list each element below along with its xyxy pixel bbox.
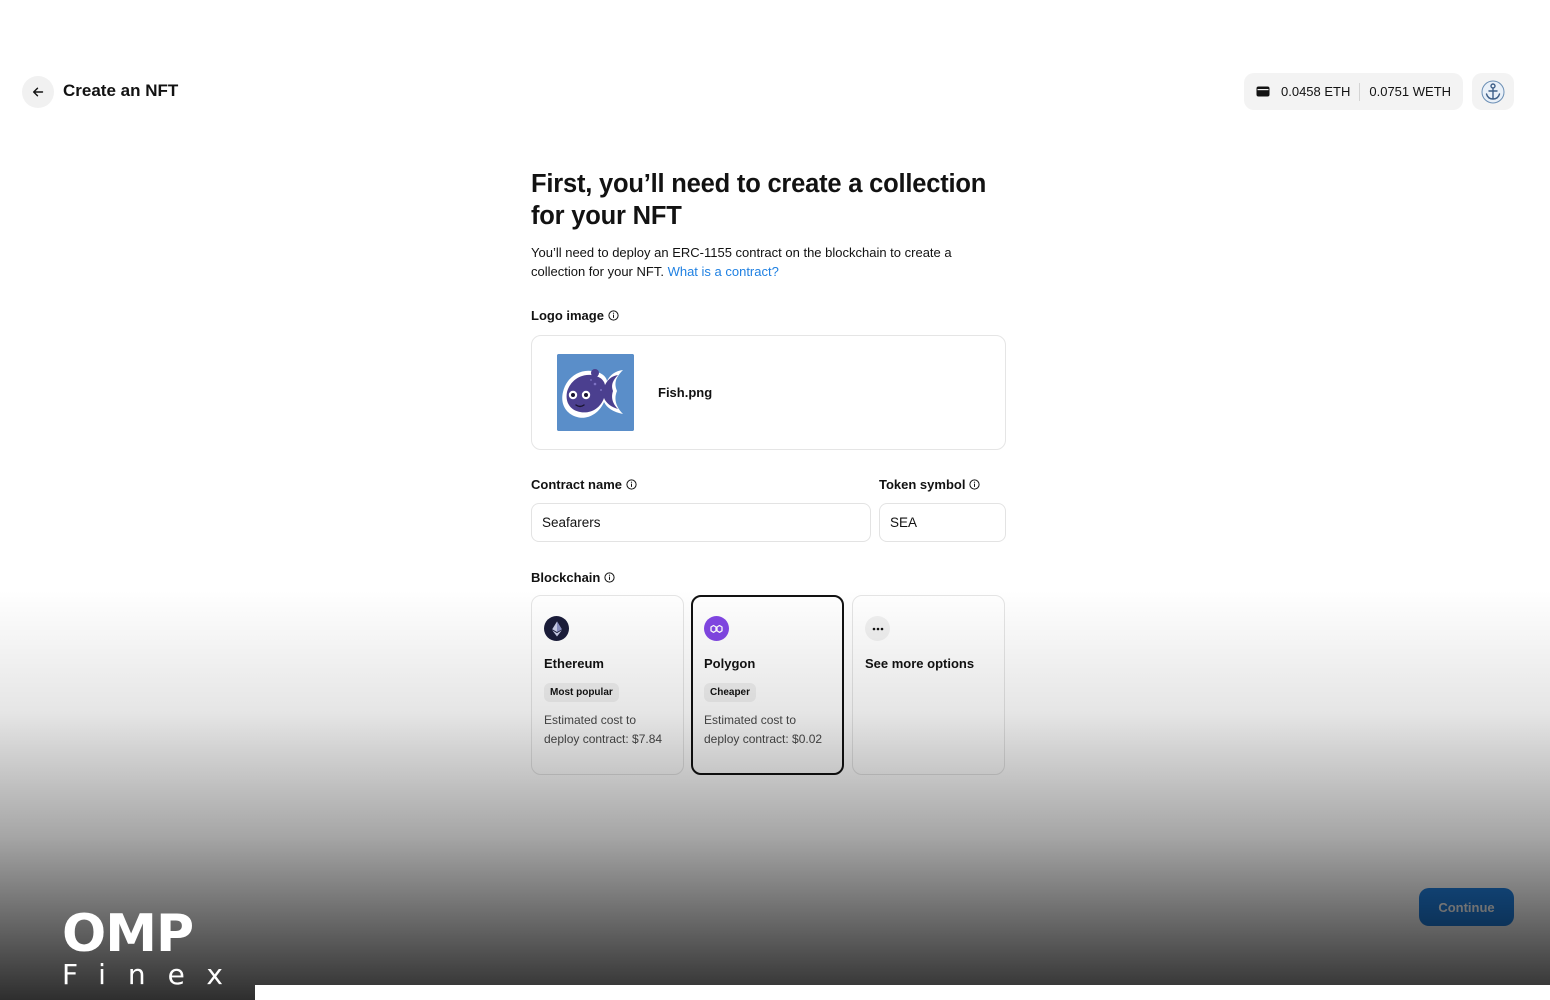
blockchain-label-text: Blockchain — [531, 570, 601, 585]
watermark-line1: OMP — [62, 904, 194, 964]
logo-image-label: Logo image — [531, 308, 619, 323]
page-heading: First, you’ll need to create a collectio… — [531, 170, 987, 230]
bottom-strip — [255, 985, 1550, 1000]
chain-badge: Cheaper — [704, 683, 757, 702]
ellipsis-icon — [865, 616, 890, 641]
eth-balance: 0.0458 ETH — [1281, 84, 1351, 99]
chain-badge: Most popular — [544, 683, 619, 702]
what-is-contract-link[interactable]: What is a contract? — [668, 264, 779, 279]
omp-finex-watermark-logo: OMP Finex — [62, 904, 245, 991]
contract-name-label: Contract name — [531, 477, 637, 492]
continue-button[interactable]: Continue — [1419, 888, 1514, 926]
token-symbol-label: Token symbol — [879, 477, 981, 492]
ethereum-icon — [544, 616, 569, 641]
fish-image — [557, 354, 634, 431]
blockchain-label: Blockchain — [531, 570, 615, 585]
divider — [1359, 82, 1361, 101]
profile-button[interactable] — [1472, 73, 1514, 110]
arrow-left-icon — [33, 87, 44, 97]
blockchain-option-ethereum[interactable]: Ethereum Most popular Estimated cost to … — [531, 595, 684, 775]
logo-thumbnail — [557, 354, 634, 431]
wallet-balance[interactable]: 0.0458 ETH 0.0751 WETH — [1244, 73, 1463, 110]
create-collection-form: First, you’ll need to create a collectio… — [531, 168, 1006, 775]
info-icon[interactable] — [969, 479, 981, 490]
token-symbol-label-text: Token symbol — [879, 477, 966, 492]
contract-name-input[interactable]: Seafarers — [531, 503, 871, 542]
weth-balance: 0.0751 WETH — [1369, 84, 1452, 99]
chain-name: See more options — [865, 656, 975, 671]
token-symbol-input[interactable]: SEA — [879, 503, 1006, 542]
chain-cost: Estimated cost to deploy contract: $0.02 — [704, 713, 823, 746]
anchor-icon — [1481, 80, 1505, 103]
blockchain-option-polygon[interactable]: Polygon Cheaper Estimated cost to deploy… — [691, 595, 844, 775]
watermark-line2: Finex — [62, 958, 245, 991]
blockchain-option-more[interactable]: See more options — [852, 595, 1005, 775]
chain-cost: Estimated cost to deploy contract: $7.84 — [544, 713, 663, 746]
logo-upload[interactable]: Fish.png — [531, 335, 1006, 450]
contract-name-label-text: Contract name — [531, 477, 623, 492]
info-icon[interactable] — [608, 310, 619, 321]
info-icon[interactable] — [604, 572, 615, 583]
polygon-icon — [704, 616, 729, 641]
logo-file-name: Fish.png — [658, 385, 713, 400]
wallet-icon — [1256, 86, 1270, 97]
back-button[interactable] — [22, 76, 54, 108]
logo-image-label-text: Logo image — [531, 308, 604, 323]
info-icon[interactable] — [626, 479, 637, 490]
page-title: Create an NFT — [63, 81, 179, 100]
chain-name: Ethereum — [544, 656, 604, 671]
description: You’ll need to deploy an ERC-1155 contra… — [531, 243, 981, 281]
chain-name: Polygon — [704, 656, 756, 671]
